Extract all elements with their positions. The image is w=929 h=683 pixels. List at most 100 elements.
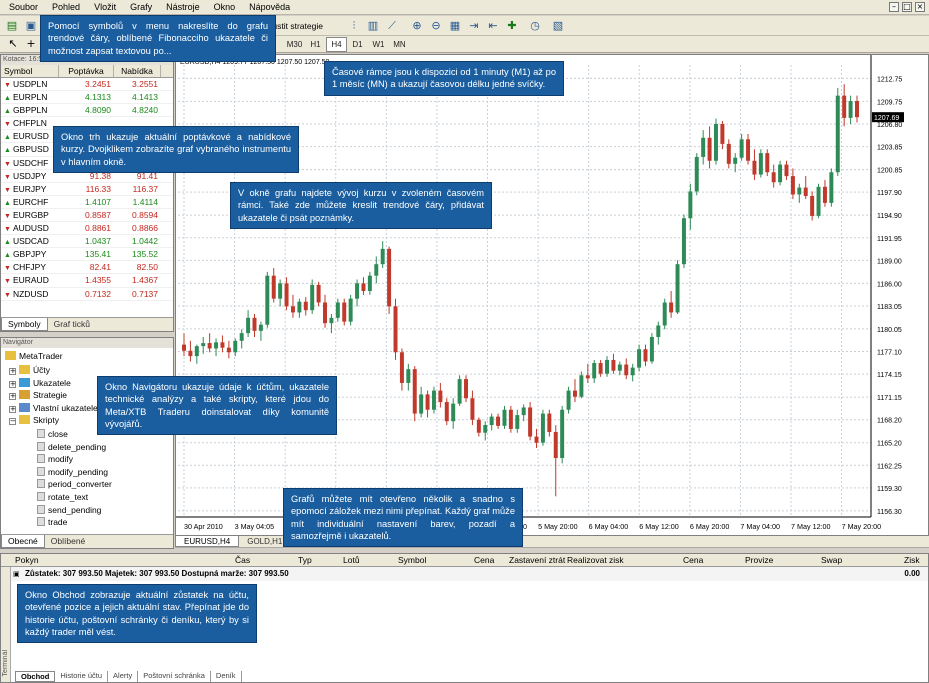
menu-item-5[interactable]: Okno	[207, 0, 243, 15]
nav-script[interactable]: send_pending	[37, 504, 101, 516]
nav-script[interactable]: modify_pending	[37, 466, 108, 478]
menu-item-1[interactable]: Pohled	[45, 0, 87, 15]
col-ask[interactable]: Nabídka	[114, 65, 161, 77]
zoom-in-icon[interactable]: ⊕	[408, 18, 426, 34]
col-bid[interactable]: Poptávka	[59, 65, 114, 77]
nav-folder[interactable]: + Strategie	[9, 389, 67, 401]
y-tick-label: 1162.25	[877, 463, 902, 470]
crosshair-icon[interactable]: +	[22, 36, 40, 52]
quote-row[interactable]: ▲ USDCAD 1.0437 1.0442	[1, 235, 173, 249]
zoom-out-icon[interactable]: ⊖	[427, 18, 445, 34]
indicators-icon[interactable]: ✚	[503, 18, 521, 34]
quote-symbol: ▼ NZDUSD	[1, 288, 59, 300]
quote-row[interactable]: ▼ AUDUSD 0.8861 0.8866	[1, 222, 173, 236]
candle-body	[752, 160, 757, 175]
quote-row[interactable]: ▲ EURPLN 4.1313 4.1413	[1, 91, 173, 105]
quote-row[interactable]: ▼ NZDUSD 0.7132 0.7137	[1, 288, 173, 301]
nav-folder[interactable]: + Vlastní ukazatele	[9, 402, 98, 414]
nav-folder[interactable]: + Ukazatele	[9, 377, 71, 389]
tab-tick-chart[interactable]: Graf ticků	[48, 318, 96, 331]
terminal-col[interactable]: Zastavení ztrát	[509, 554, 565, 567]
x-tick-label: 7 May 20:00	[842, 522, 882, 531]
nav-folder[interactable]: − Skripty	[9, 414, 59, 426]
terminal-col[interactable]: Swap	[821, 554, 842, 567]
tf-m30[interactable]: M30	[284, 37, 305, 52]
candle-body	[528, 407, 533, 437]
terminal-tab[interactable]: Alerty	[108, 671, 139, 682]
terminal-col[interactable]: Provize	[745, 554, 773, 567]
periods-icon[interactable]: ◷	[526, 18, 544, 34]
tab-symbols[interactable]: Symboly	[1, 318, 48, 331]
chart-tab-eurusd[interactable]: EURUSD,H4	[175, 536, 240, 547]
terminal-col[interactable]: Typ	[298, 554, 312, 567]
x-tick-label: 3 May 04:05	[235, 522, 275, 531]
expand-icon[interactable]: +	[9, 368, 16, 375]
candle-body	[406, 369, 411, 383]
col-symbol[interactable]: Symbol	[1, 65, 59, 77]
quote-row[interactable]: ▼ EURGBP 0.8587 0.8594	[1, 209, 173, 223]
menu-item-3[interactable]: Grafy	[123, 0, 159, 15]
expand-icon[interactable]: −	[9, 418, 16, 425]
nav-root-label: MetaTrader	[19, 351, 63, 361]
tab-favorites[interactable]: Oblíbené	[45, 535, 92, 548]
tile-windows-icon[interactable]: ▦	[446, 18, 464, 34]
expand-icon[interactable]: +	[9, 393, 16, 400]
candle-chart-icon[interactable]: ▥	[364, 18, 382, 34]
terminal-tab[interactable]: Poštovní schránka	[138, 671, 211, 682]
nav-script[interactable]: delete_pending	[37, 441, 106, 453]
expand-icon[interactable]: +	[9, 405, 16, 413]
nav-folder[interactable]: + Účty	[9, 364, 50, 376]
candle-body	[694, 156, 699, 192]
tf-d1[interactable]: D1	[347, 37, 368, 52]
terminal-tab[interactable]: Obchod	[15, 671, 56, 682]
line-chart-icon[interactable]: ⟋	[383, 18, 401, 34]
terminal-col[interactable]: Zisk	[904, 554, 920, 567]
market-watch-icon[interactable]: ▣	[22, 18, 40, 34]
terminal-col[interactable]: Realizovat zisk	[567, 554, 624, 567]
expand-icon[interactable]: +	[9, 380, 16, 388]
autoscroll-icon[interactable]: ⇥	[465, 18, 483, 34]
maximize-button[interactable]: □	[902, 2, 912, 12]
menu-item-4[interactable]: Nástroje	[159, 0, 207, 15]
tf-w1[interactable]: W1	[368, 37, 389, 52]
quote-row[interactable]: ▼ EURAUD 1.4355 1.4367	[1, 274, 173, 288]
quote-row[interactable]: ▲ GBPJPY 135.41 135.52	[1, 248, 173, 262]
menu-item-2[interactable]: Vložit	[87, 0, 123, 15]
terminal-col[interactable]: Cena	[474, 554, 494, 567]
new-chart-icon[interactable]: ▤	[3, 18, 21, 34]
quote-symbol-label: EURCHF	[12, 196, 49, 207]
terminal-col[interactable]: Lotů	[343, 554, 360, 567]
tf-h1[interactable]: H1	[305, 37, 326, 52]
chart-shift-icon[interactable]: ⇤	[484, 18, 502, 34]
minimize-button[interactable]: –	[889, 2, 899, 12]
nav-root[interactable]: MetaTrader	[5, 350, 63, 362]
quote-row[interactable]: ▼ EURJPY 116.33 116.37	[1, 183, 173, 196]
quote-row[interactable]: ▲ GBPPLN 4.8090 4.8240	[1, 104, 173, 118]
nav-script[interactable]: modify	[37, 453, 73, 465]
tf-h4[interactable]: H4	[326, 37, 347, 52]
menu-item-0[interactable]: Soubor	[2, 0, 45, 15]
terminal-col[interactable]: Čas	[235, 554, 250, 567]
bar-chart-icon[interactable]: ⫶	[345, 18, 363, 34]
templates-icon[interactable]: ▧	[549, 18, 567, 34]
terminal-col[interactable]: Pokyn	[15, 554, 39, 567]
navigator-panel: Navigátor MetaTrader + Účty + Ukazatele + Str…	[0, 337, 174, 549]
cursor-icon[interactable]: ↖	[4, 36, 22, 52]
quote-symbol-label: CHFPLN	[12, 118, 47, 129]
tf-mn[interactable]: MN	[389, 37, 410, 52]
nav-script[interactable]: trade	[37, 516, 67, 528]
quote-row[interactable]: ▼ USDPLN 3.2451 3.2551	[1, 78, 173, 92]
terminal-tab[interactable]: Historie účtu	[55, 671, 109, 682]
balance-row[interactable]: ▣ Zůstatek: 307 993.50 Majetek: 307 993.…	[1, 567, 928, 581]
menu-item-6[interactable]: Nápověda	[242, 0, 297, 15]
quote-row[interactable]: ▲ EURCHF 1.4107 1.4114	[1, 196, 173, 209]
terminal-col[interactable]: Cena	[683, 554, 703, 567]
tab-general[interactable]: Obecné	[1, 535, 45, 548]
nav-script[interactable]: close	[37, 428, 68, 440]
terminal-tab[interactable]: Deník	[211, 671, 242, 682]
nav-script[interactable]: period_converter	[37, 478, 112, 490]
nav-script[interactable]: rotate_text	[37, 491, 88, 503]
terminal-col[interactable]: Symbol	[398, 554, 426, 567]
quote-row[interactable]: ▼ CHFJPY 82.41 82.50	[1, 261, 173, 275]
close-button[interactable]: ×	[915, 2, 925, 12]
